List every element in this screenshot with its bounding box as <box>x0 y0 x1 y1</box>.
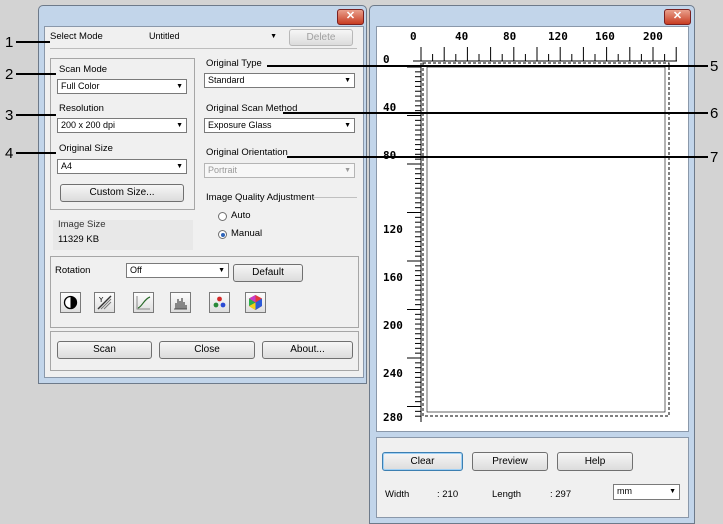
svg-text:Y: Y <box>98 296 104 304</box>
orientation-value: Portrait <box>208 165 238 175</box>
callout-1-line <box>16 41 50 43</box>
gamma-icon[interactable]: Y <box>94 292 115 313</box>
clear-button[interactable]: Clear <box>382 452 463 471</box>
rotation-dropdown[interactable]: Off ▼ <box>126 263 229 278</box>
preview-rulers <box>407 47 677 422</box>
chevron-down-icon: ▼ <box>669 488 676 495</box>
orientation-label: Original Orientation <box>206 147 288 158</box>
ruler-v-280: 280 <box>383 411 403 424</box>
original-size-value: A4 <box>61 161 73 171</box>
ruler-h-160: 160 <box>595 30 615 43</box>
brightness-contrast-icon[interactable] <box>60 292 81 313</box>
ruler-h-120: 120 <box>548 30 568 43</box>
preview-canvas: 0 40 80 120 160 200 0 40 80 120 160 200 … <box>376 26 689 432</box>
scan-method-dropdown[interactable]: Exposure Glass ▼ <box>204 118 355 133</box>
callout-2-line <box>16 73 56 75</box>
scan-mode-label: Scan Mode <box>59 64 108 75</box>
quality-manual-radio[interactable] <box>218 230 227 239</box>
chevron-down-icon: ▼ <box>344 122 351 129</box>
scan-method-value: Exposure Glass <box>208 120 272 130</box>
ruler-v-160: 160 <box>383 271 403 284</box>
callout-4-line <box>16 152 56 154</box>
quality-auto-radio[interactable] <box>218 212 227 221</box>
custom-size-button[interactable]: Custom Size... <box>60 184 184 202</box>
quality-auto-label: Auto <box>231 210 251 221</box>
chevron-down-icon: ▼ <box>344 167 351 174</box>
scan-mode-dropdown[interactable]: Full Color ▼ <box>57 79 187 94</box>
resolution-value: 200 x 200 dpi <box>61 120 116 130</box>
orientation-dropdown[interactable]: Portrait ▼ <box>204 163 355 178</box>
settings-close-button[interactable]: ✕ <box>337 9 364 25</box>
callout-6-line <box>283 112 708 114</box>
callout-6: 6 <box>710 105 719 122</box>
ruler-v-240: 240 <box>383 367 403 380</box>
callout-7: 7 <box>710 149 719 166</box>
original-type-dropdown[interactable]: Standard ▼ <box>204 73 355 88</box>
preview-controls-panel <box>376 437 689 518</box>
select-mode-value: Untitled <box>149 31 180 41</box>
callout-3-line <box>16 114 56 116</box>
ruler-h-80: 80 <box>503 30 517 43</box>
image-size-label: Image Size <box>58 219 106 230</box>
original-size-dropdown[interactable]: A4 ▼ <box>57 159 187 174</box>
chevron-down-icon: ▼ <box>270 33 277 40</box>
ruler-v-200: 200 <box>383 319 403 332</box>
callout-1: 1 <box>5 34 14 51</box>
preview-titlebar <box>370 6 694 26</box>
scan-button[interactable]: Scan <box>57 341 152 359</box>
unit-dropdown[interactable]: mm ▼ <box>613 484 680 500</box>
resolution-label: Resolution <box>59 103 104 114</box>
length-value: : 297 <box>550 489 572 500</box>
ruler-h-0: 0 <box>410 30 417 43</box>
select-mode-dropdown[interactable]: Untitled ▼ <box>145 29 281 44</box>
help-button[interactable]: Help <box>557 452 633 471</box>
ruler-h-200: 200 <box>643 30 663 43</box>
callout-4: 4 <box>5 145 14 162</box>
resolution-dropdown[interactable]: 200 x 200 dpi ▼ <box>57 118 187 133</box>
color-adjust-icon[interactable] <box>245 292 266 313</box>
rotation-default-button[interactable]: Default <box>233 264 303 282</box>
scan-mode-value: Full Color <box>61 81 100 91</box>
color-balance-icon[interactable] <box>209 292 230 313</box>
chevron-down-icon: ▼ <box>176 122 183 129</box>
settings-titlebar <box>39 6 366 26</box>
original-size-label: Original Size <box>59 143 113 154</box>
histogram-icon[interactable] <box>170 292 191 313</box>
close-button[interactable]: Close <box>159 341 255 359</box>
callout-3: 3 <box>5 107 14 124</box>
preview-button[interactable]: Preview <box>472 452 548 471</box>
chevron-down-icon: ▼ <box>344 77 351 84</box>
callout-5: 5 <box>710 58 719 75</box>
original-type-value: Standard <box>208 75 245 85</box>
quality-label: Image Quality Adjustment <box>206 192 315 203</box>
about-button[interactable]: About... <box>262 341 353 359</box>
chevron-down-icon: ▼ <box>176 83 183 90</box>
original-type-label: Original Type <box>206 58 262 69</box>
preview-close-button[interactable]: ✕ <box>664 9 691 25</box>
delete-button[interactable]: Delete <box>289 29 353 46</box>
ruler-h-40: 40 <box>455 30 469 43</box>
width-value: : 210 <box>437 489 459 500</box>
chevron-down-icon: ▼ <box>176 163 183 170</box>
rotation-value: Off <box>130 265 142 275</box>
quality-group-line <box>313 197 357 198</box>
select-mode-label: Select Mode <box>50 31 103 42</box>
callout-2: 2 <box>5 66 14 83</box>
chevron-down-icon: ▼ <box>218 267 225 274</box>
width-label: Width <box>385 489 410 500</box>
image-size-value: 11329 KB <box>58 234 100 245</box>
unit-value: mm <box>617 486 632 496</box>
rotation-label: Rotation <box>55 265 91 276</box>
separator <box>50 48 357 49</box>
quality-manual-label: Manual <box>231 228 263 239</box>
callout-7-line <box>287 156 708 158</box>
ruler-v-120: 120 <box>383 223 403 236</box>
callout-5-line <box>267 65 708 67</box>
tone-curve-icon[interactable] <box>133 292 154 313</box>
length-label: Length <box>492 489 522 500</box>
